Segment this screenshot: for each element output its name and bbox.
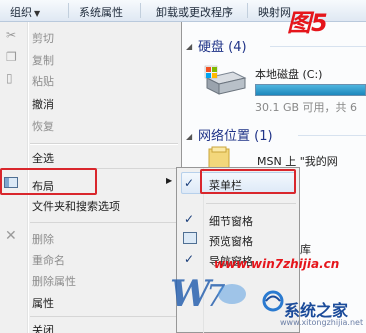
- chevron-down-icon: ▼: [34, 9, 41, 18]
- organize-label: 组织: [10, 6, 32, 19]
- menu-separator: [30, 144, 178, 145]
- submenu-arrow-icon: ▶: [166, 176, 173, 185]
- hard-drive-icon[interactable]: [203, 64, 247, 100]
- drive-usage-bar: [255, 84, 366, 96]
- submenu-item-preview-pane[interactable]: 预览窗格: [209, 233, 253, 249]
- menu-item-copy[interactable]: 复制: [32, 52, 54, 68]
- menu-item-folder-options[interactable]: 文件夹和搜索选项: [32, 198, 120, 214]
- menu-separator: [30, 222, 178, 223]
- system-properties-button[interactable]: 系统属性: [79, 4, 123, 20]
- layout-highlight-box: [0, 168, 97, 195]
- watermark-domain: www.xitongzhijia.net: [280, 318, 364, 327]
- menu-item-select-all[interactable]: 全选: [32, 150, 54, 166]
- delete-icon: ✕: [5, 228, 17, 244]
- expand-arrow-icon[interactable]: ◢: [186, 132, 192, 141]
- copy-icon: ❐: [6, 50, 17, 64]
- menu-item-redo[interactable]: 恢复: [32, 118, 54, 134]
- figure-label: 图5: [287, 9, 328, 37]
- group-divider: [270, 46, 366, 47]
- toolbar-divider: [247, 3, 248, 18]
- menu-item-undo[interactable]: 撤消: [32, 96, 54, 112]
- preview-pane-icon: [183, 232, 197, 244]
- menu-item-properties[interactable]: 属性: [32, 295, 54, 311]
- drive-free-space: 30.1 GB 可用，共 6: [255, 101, 358, 114]
- watermark-url: www.win7zhijia.cn: [214, 257, 340, 271]
- menu-bar-highlight-box: [200, 169, 296, 194]
- uninstall-button[interactable]: 卸载或更改程序: [156, 4, 233, 20]
- menu-item-cut[interactable]: 剪切: [32, 30, 54, 46]
- menu-item-paste[interactable]: 粘贴: [32, 73, 54, 89]
- paste-icon: ▯: [6, 71, 13, 85]
- checkmark-icon: ✓: [184, 252, 195, 266]
- toolbar-divider: [68, 3, 69, 18]
- hard-disk-group-title[interactable]: 硬盘 (4): [198, 36, 247, 55]
- drive-name[interactable]: 本地磁盘 (C:): [255, 66, 322, 82]
- checkmark-icon: ✓: [184, 176, 195, 190]
- menu-separator: [30, 316, 178, 317]
- menu-item-delete[interactable]: 删除: [32, 231, 54, 247]
- submenu-item-details-pane[interactable]: 细节窗格: [209, 213, 253, 229]
- expand-arrow-icon[interactable]: ◢: [186, 42, 192, 51]
- brand-logo-icon: [262, 290, 284, 312]
- windows-logo-watermark: W 7: [170, 273, 246, 315]
- checkmark-icon: ✓: [184, 212, 195, 226]
- organize-button[interactable]: 组织 ▼: [10, 4, 40, 20]
- menu-item-remove-properties[interactable]: 删除属性: [32, 273, 76, 289]
- network-group-title[interactable]: 网络位置 (1): [198, 125, 273, 144]
- menu-item-rename[interactable]: 重命名: [32, 252, 65, 268]
- group-divider: [298, 135, 366, 136]
- library-item[interactable]: 库: [300, 241, 311, 257]
- menu-separator: [206, 203, 296, 204]
- menu-item-close[interactable]: 关闭: [32, 322, 54, 333]
- scissors-icon: ✂: [6, 28, 17, 42]
- toolbar-divider: [140, 3, 141, 18]
